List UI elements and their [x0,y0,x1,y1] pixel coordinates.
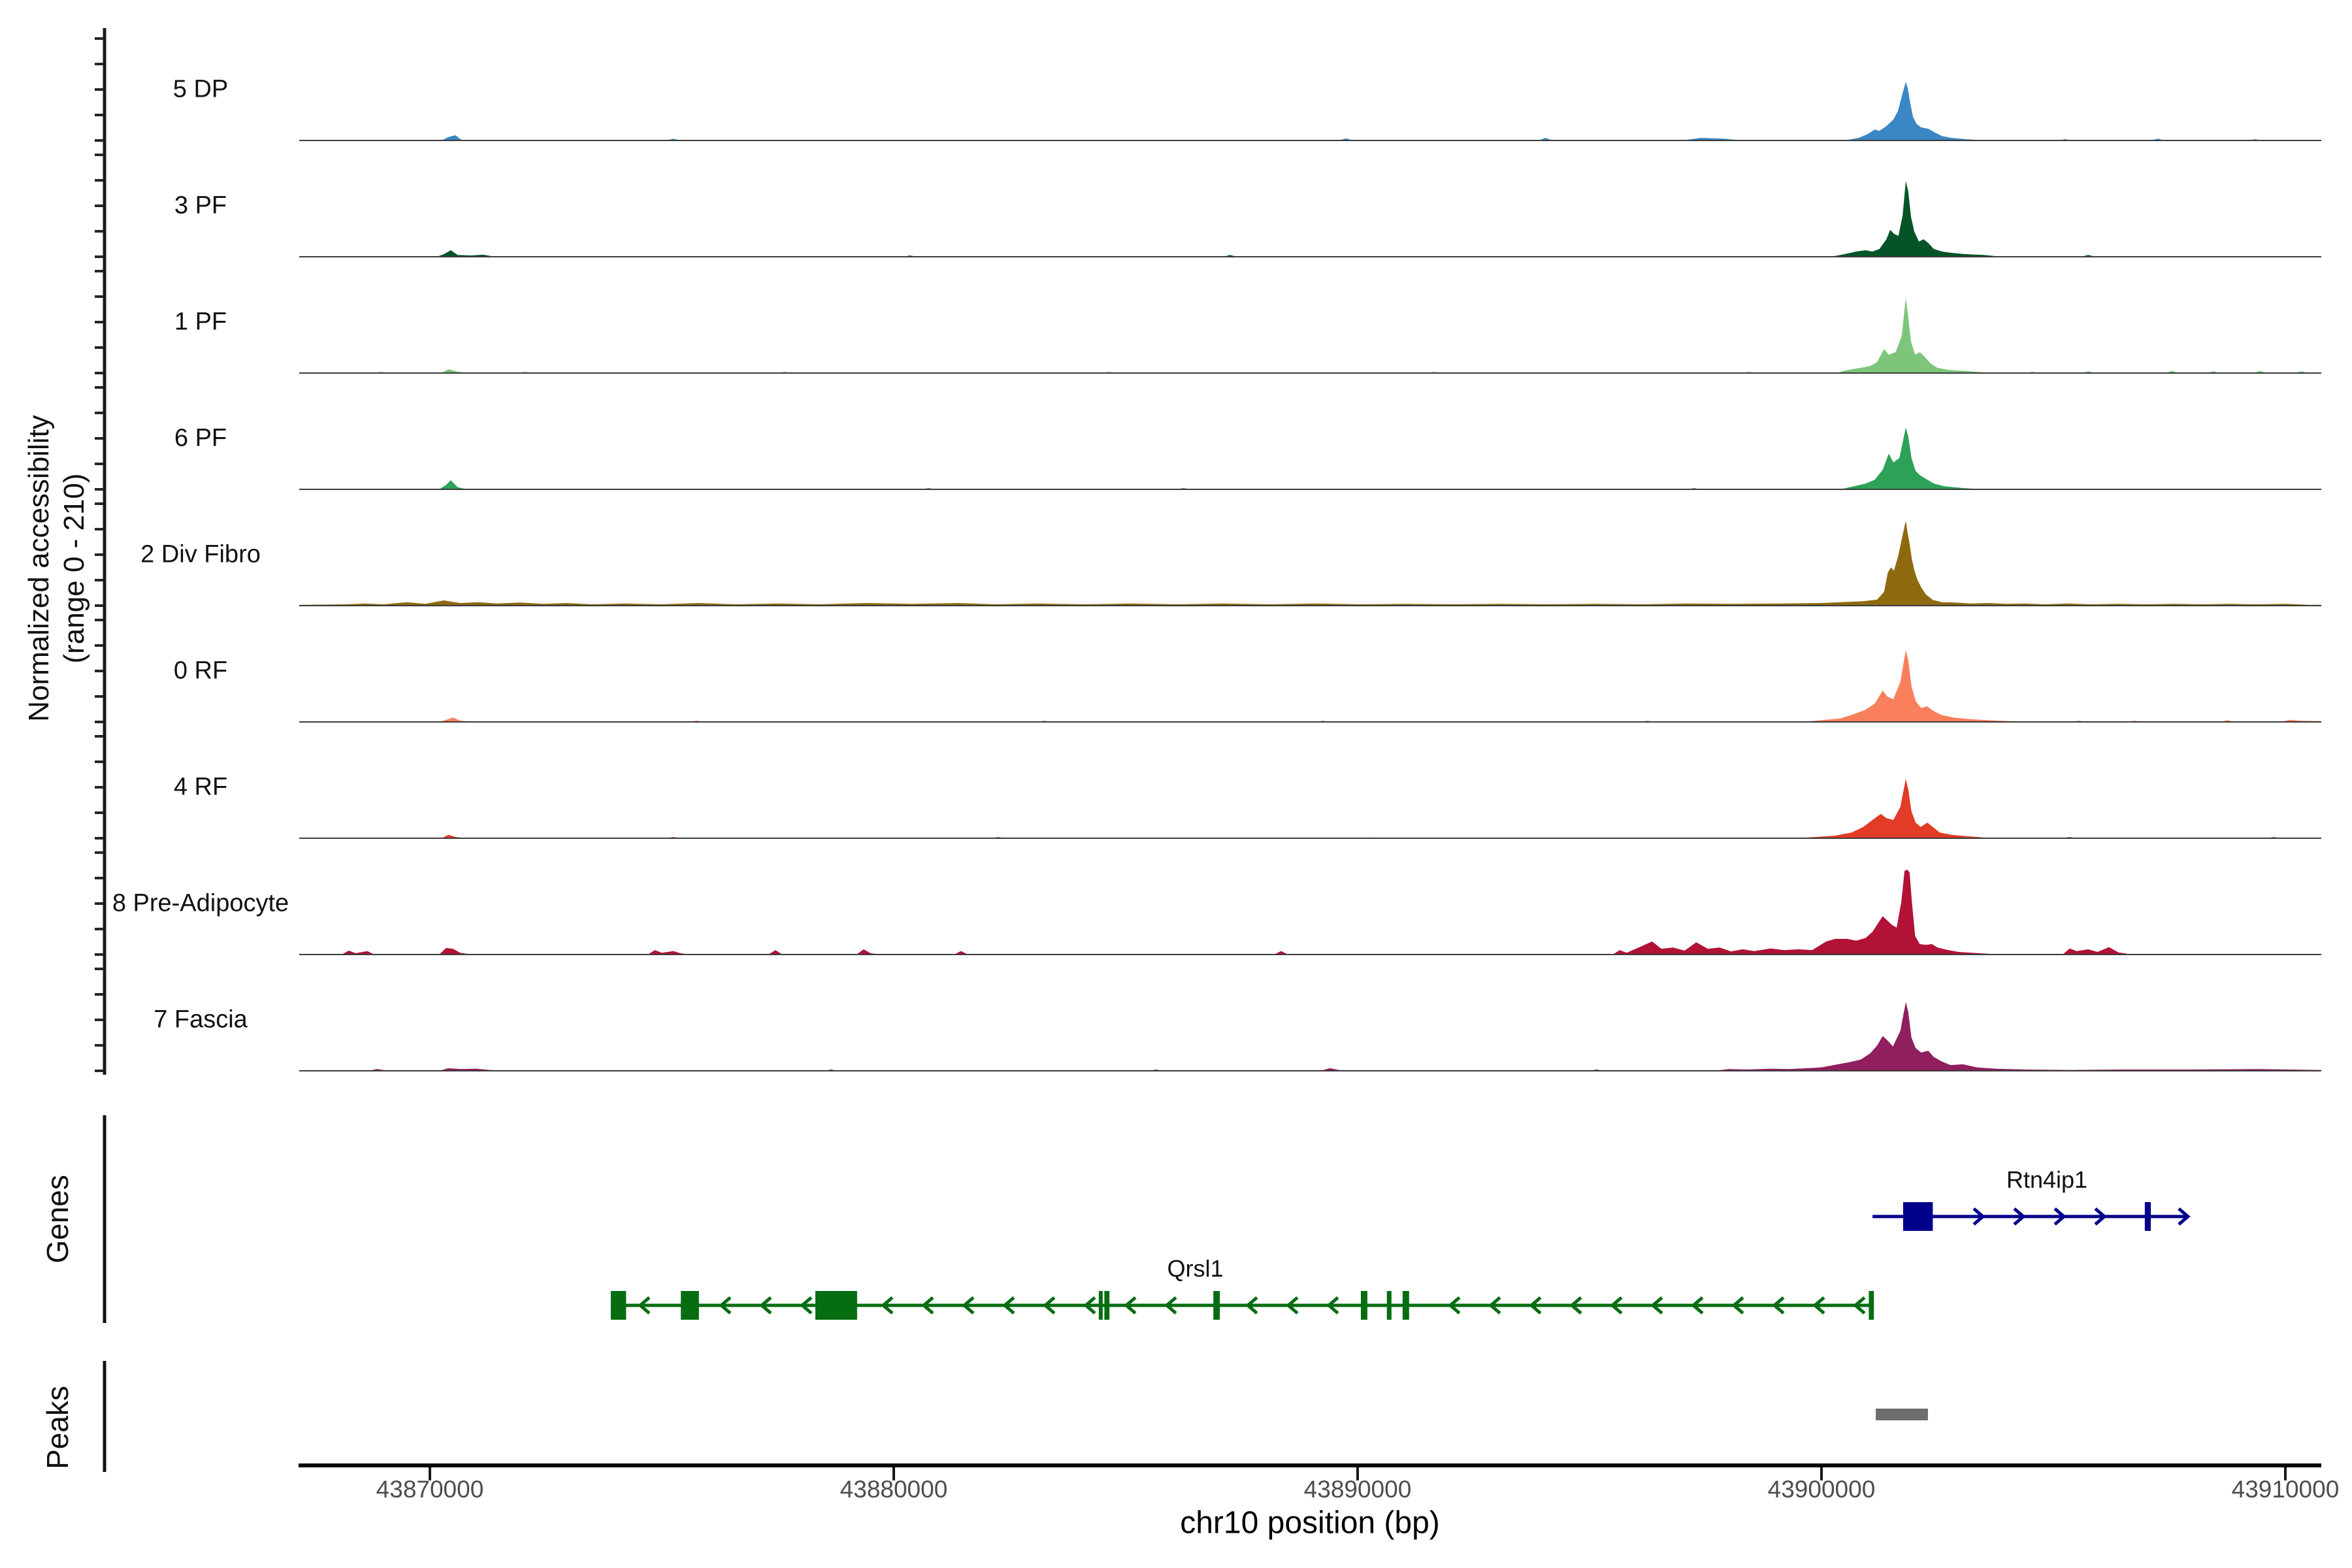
y-axis-label: Normalized accessibility (range 0 - 210) [22,415,92,721]
track-label: 2 Div Fibro [140,541,261,569]
peak-interval [1876,1409,1928,1420]
y-axis-label-line1: Normalized accessibility [22,415,57,721]
genes-section-label: Genes [40,1175,75,1264]
x-tick-label: 43880000 [840,1476,948,1503]
x-tick-label: 43870000 [376,1476,484,1503]
gene-exon-rtn4ip1 [2145,1202,2151,1231]
y-axis-label-line2: (range 0 - 210) [57,415,92,721]
x-tick-label: 43900000 [1768,1476,1876,1503]
gene-exon-qrsl1 [681,1291,699,1320]
gene-exon-qrsl1 [1361,1291,1367,1320]
track-area-7-fascia [300,1002,2321,1071]
track-label: 3 PF [174,192,227,220]
gene-exon-qrsl1 [1387,1291,1392,1320]
gene-exon-qrsl1 [1869,1291,1874,1320]
coverage-plot-figure: Normalized accessibility (range 0 - 210)… [0,0,2352,1568]
x-axis-title: chr10 position (bp) [1180,1505,1440,1541]
x-tick-label: 43910000 [2232,1476,2340,1503]
gene-exon-qrsl1 [1104,1291,1109,1320]
gene-label-rtn4ip1: Rtn4ip1 [2006,1166,2087,1194]
track-label: 0 RF [174,657,227,685]
peaks-section-label: Peaks [40,1386,75,1469]
gene-exon-rtn4ip1 [1903,1202,1933,1231]
plot-canvas [0,0,2352,1568]
track-area-8-pre-adipocyte [300,870,2321,955]
track-label: 1 PF [174,308,227,336]
track-label: 7 Fascia [154,1006,248,1034]
gene-label-qrsl1: Qrsl1 [1167,1255,1223,1282]
gene-exon-qrsl1 [815,1291,857,1320]
track-area-1-pf [300,298,2321,373]
gene-exon-qrsl1 [1213,1291,1220,1320]
track-label: 5 DP [173,76,228,104]
track-label: 6 PF [174,425,227,453]
x-tick-label: 43890000 [1304,1476,1412,1503]
track-area-0-rf [300,650,2321,722]
track-label: 4 RF [174,774,227,802]
track-area-4-rf [300,779,2321,838]
gene-exon-qrsl1 [611,1291,626,1320]
track-label: 8 Pre-Adipocyte [112,890,289,918]
track-area-2-div-fibro [300,521,2321,606]
gene-exon-qrsl1 [1099,1291,1103,1320]
track-area-3-pf [300,181,2321,257]
track-area-5-dp [300,82,2321,140]
gene-exon-qrsl1 [1403,1291,1409,1320]
track-area-6-pf [300,427,2321,489]
